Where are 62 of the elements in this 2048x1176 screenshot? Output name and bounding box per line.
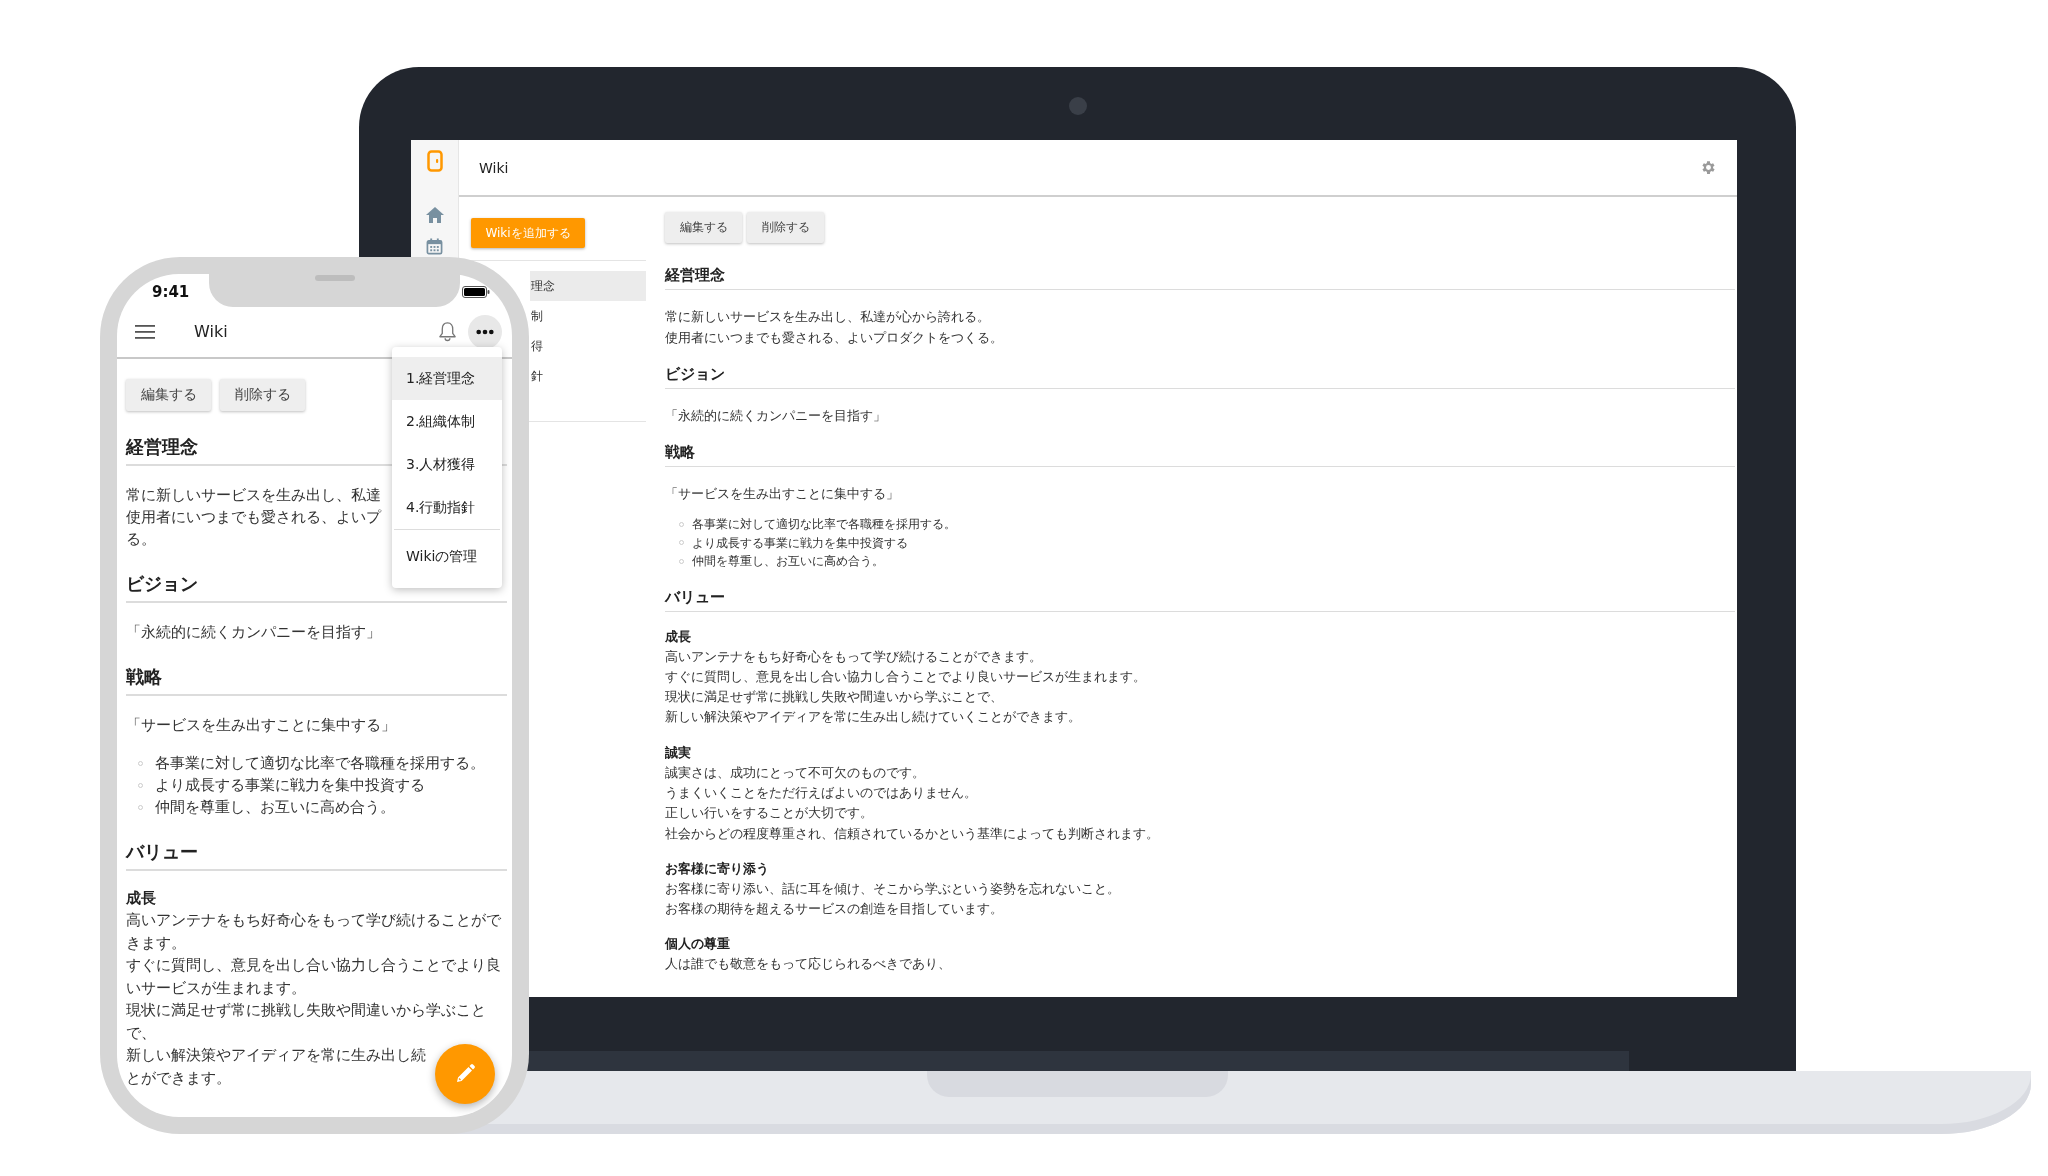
more-button[interactable]	[468, 314, 502, 349]
paragraph: 人は誰でも敬意をもって応じられるべきであり、	[665, 955, 952, 974]
text-line: 新しい解決策やアイディアを常に生み出し続	[126, 1045, 426, 1065]
paragraph: 誠実さは、成功にとって不可欠のものです。 うまくいくことをただ行えばよいのではありません。 正しい行いをすることが大切です。 社会からどの程度尊重され、信頼されているかという基準によっても判断されます。	[665, 763, 1160, 843]
action-button[interactable]: 編集する	[665, 212, 742, 243]
nav-item[interactable]: 理念	[530, 271, 646, 301]
list-item: 仲間を尊重し、お互いに高め合う。	[692, 553, 884, 570]
text-line: で、	[126, 1022, 156, 1043]
value-title: 成長	[126, 888, 157, 908]
list-item: 各事業に対して適切な比率で各職種を採用する。	[155, 753, 485, 773]
list-item: より成長する事業に戦力を集中投資する	[692, 534, 908, 552]
calendar-icon[interactable]	[426, 238, 443, 255]
text-line: とができます。	[126, 1067, 231, 1088]
door-icon[interactable]	[426, 150, 443, 172]
text-line: 現状に満足せず常に挑戦し失敗や間違いから学ぶこと	[126, 1000, 486, 1020]
menu-item[interactable]: 4.行動指針	[392, 486, 502, 529]
paragraph: お客様に寄り添い、話に耳を傾け、そこから学ぶという姿勢を忘れないこと。 お客様の期待を超えるサービスの創造を目指しています。	[665, 879, 1121, 919]
text-line: 「サービスを生み出すことに集中する」	[126, 715, 396, 735]
text-line: 常に新しいサービスを生み出し、私達	[126, 485, 381, 505]
value-title: お客様に寄り添う	[665, 859, 770, 878]
text-line: 「永続的に続くカンパニーを目指す」	[126, 622, 381, 642]
camera-dot	[1068, 97, 1087, 115]
text-line: 高いアンテナをもち好奇心をもって学び続けることがで	[126, 910, 501, 930]
text-line: すぐに質問し、意見を出し合い協力し合うことでより良	[126, 955, 501, 975]
page-title: Wiki	[194, 322, 228, 341]
list-item: 各事業に対して適切な比率で各職種を採用する。	[692, 516, 956, 533]
value-title: 誠実	[665, 743, 692, 762]
bell-icon[interactable]	[438, 321, 457, 342]
settings-icon[interactable]	[1700, 159, 1717, 176]
menu-icon[interactable]	[135, 324, 155, 339]
action-button[interactable]: 削除する	[747, 212, 824, 243]
paragraph: 「永続的に続くカンパニーを目指す」	[665, 407, 887, 425]
home-icon[interactable]	[424, 206, 445, 224]
nav-item[interactable]: 制	[530, 301, 646, 331]
text-line: る。	[126, 529, 156, 549]
section-heading: 戦略	[665, 442, 1735, 467]
more-icon	[476, 328, 494, 335]
section-heading: バリュー	[665, 586, 1735, 612]
value-title: 成長	[665, 627, 692, 646]
value-title: 個人の尊重	[665, 935, 731, 954]
action-button[interactable]: 削除する	[220, 379, 305, 411]
list-item: より成長する事業に戦力を集中投資する	[155, 775, 425, 795]
menu-item[interactable]: 1.経営理念	[392, 357, 502, 400]
section-heading: 経営理念	[665, 265, 1735, 290]
paragraph: 常に新しいサービスを生み出し、私達が心から誇れる。 使用者にいつまでも愛される、よいプロダクトをつくる。	[665, 308, 1004, 347]
page-title: Wiki	[479, 159, 509, 176]
edit-fab[interactable]	[435, 1044, 495, 1104]
battery-icon	[462, 286, 490, 298]
text-line: いサービスが生まれます。	[126, 977, 306, 998]
nav-item[interactable]: 針	[530, 361, 646, 391]
section-heading: 戦略	[126, 664, 507, 696]
section-heading: バリュー	[126, 839, 507, 871]
section-heading: ビジョン	[665, 364, 1735, 389]
list-item: 仲間を尊重し、お互いに高め合う。	[155, 797, 395, 817]
nav-item[interactable]: 得	[530, 331, 646, 361]
text-line: 使用者にいつまでも愛される、よいプ	[126, 507, 381, 527]
action-button[interactable]: 編集する	[126, 379, 211, 411]
paragraph: 「サービスを生み出すことに集中する」	[665, 485, 900, 503]
status-time: 9:41	[152, 283, 190, 301]
speaker-slot	[314, 275, 355, 281]
paragraph: 高いアンテナをもち好奇心をもって学び続けることができます。 すぐに質問し、意見を出し合い協力し合うことでより良いサービスが生まれます。 現状に満足せず常に挑戦し失敗や間違いから学ぶことで、 新しい解決策やアイディアを常に生み出し続けていくことができます。	[665, 647, 1147, 727]
text-line: きます。	[126, 932, 186, 953]
